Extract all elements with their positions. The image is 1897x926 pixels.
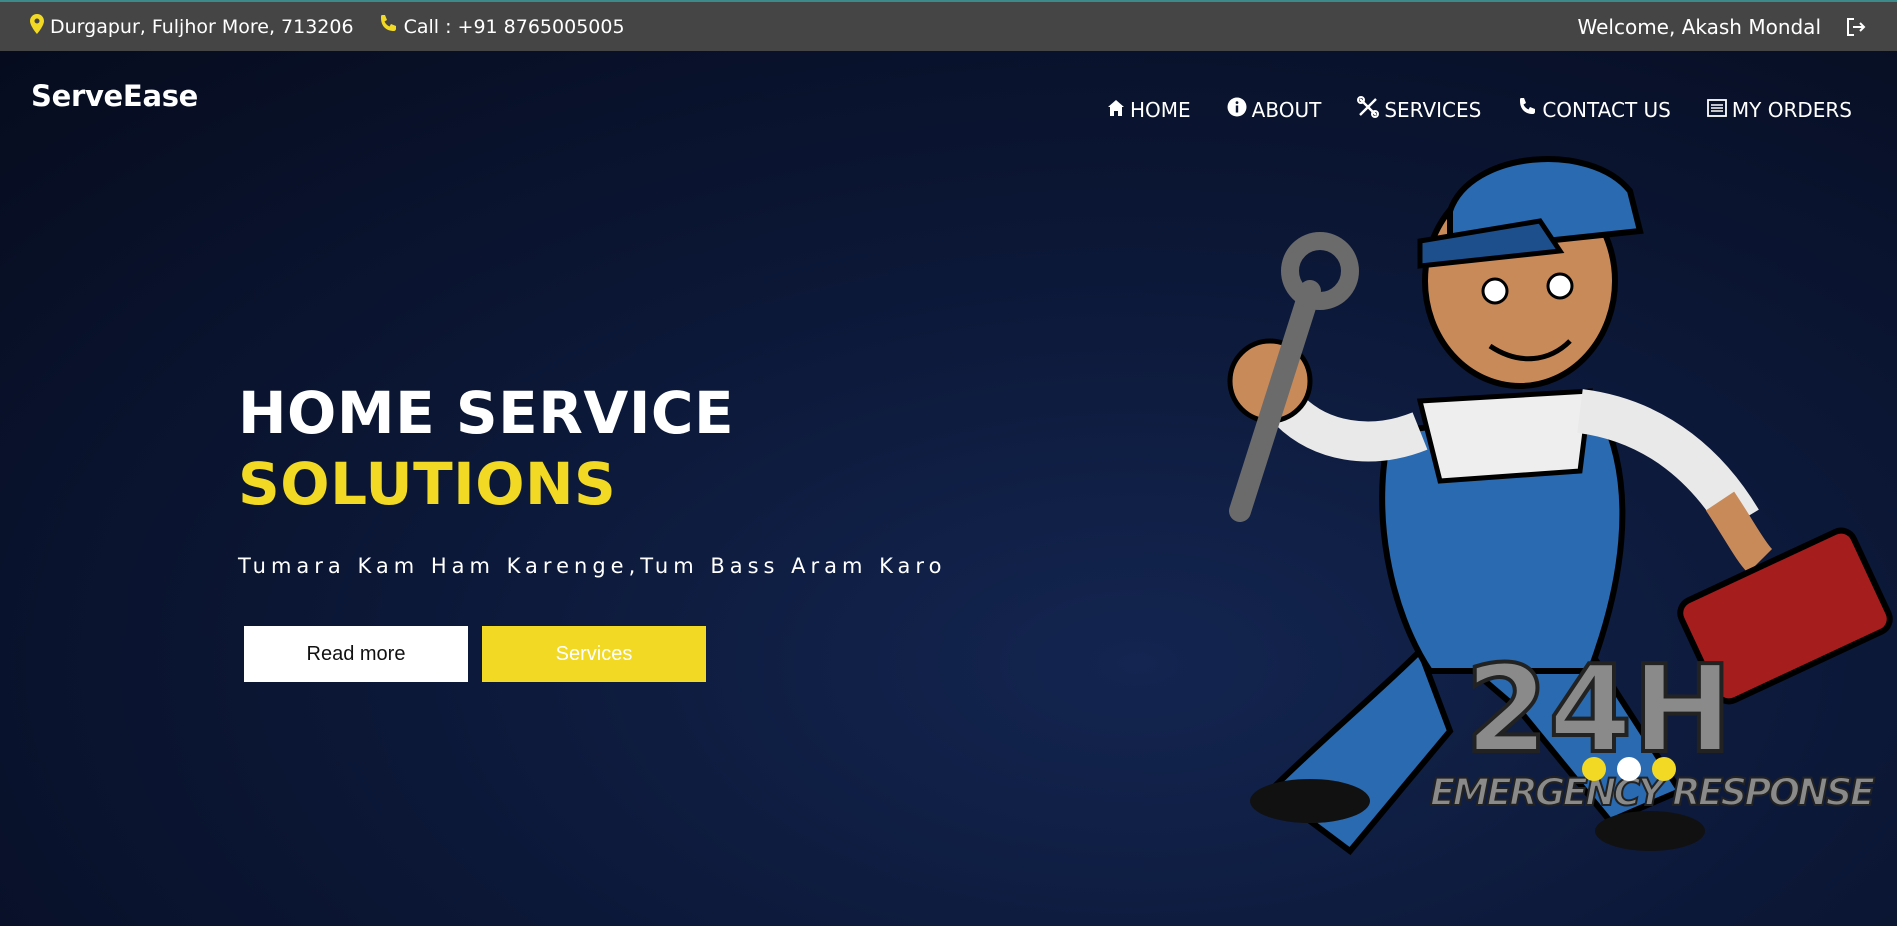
welcome-text: Welcome, Akash Mondal — [1577, 14, 1822, 39]
hero-title-line2: SOLUTIONS — [238, 450, 617, 518]
address-item: Durgapur, Fuljhor More, 713206 — [30, 14, 354, 39]
brand-logo[interactable]: ServeEase — [31, 79, 198, 113]
phone-text: Call : +91 8765005005 — [403, 15, 625, 38]
location-pin-icon — [30, 14, 50, 39]
carousel-dot[interactable] — [1582, 757, 1606, 781]
services-button[interactable]: Services — [482, 626, 706, 682]
phone-icon — [378, 14, 404, 39]
hero-section: ServeEase HOME ABOUT SERVICES CONTACT US — [0, 51, 1897, 926]
address-text: Durgapur, Fuljhor More, 713206 — [50, 15, 354, 38]
logout-icon[interactable] — [1845, 17, 1867, 37]
carousel-dot[interactable] — [1652, 757, 1676, 781]
handyman-mascot-image: 24H EMERGENCY RESPONSE — [1227, 155, 1893, 856]
carousel-indicators — [1582, 757, 1687, 781]
carousel-dot[interactable] — [1617, 757, 1641, 781]
top-info-bar: Durgapur, Fuljhor More, 713206 Call : +9… — [0, 0, 1897, 51]
hero-title-line1: HOME SERVICE — [238, 379, 735, 447]
read-more-button[interactable]: Read more — [244, 626, 468, 682]
hero-tagline: Tumara Kam Ham Karenge,Tum Bass Aram Kar… — [238, 554, 947, 578]
phone-item[interactable]: Call : +91 8765005005 — [378, 14, 625, 39]
